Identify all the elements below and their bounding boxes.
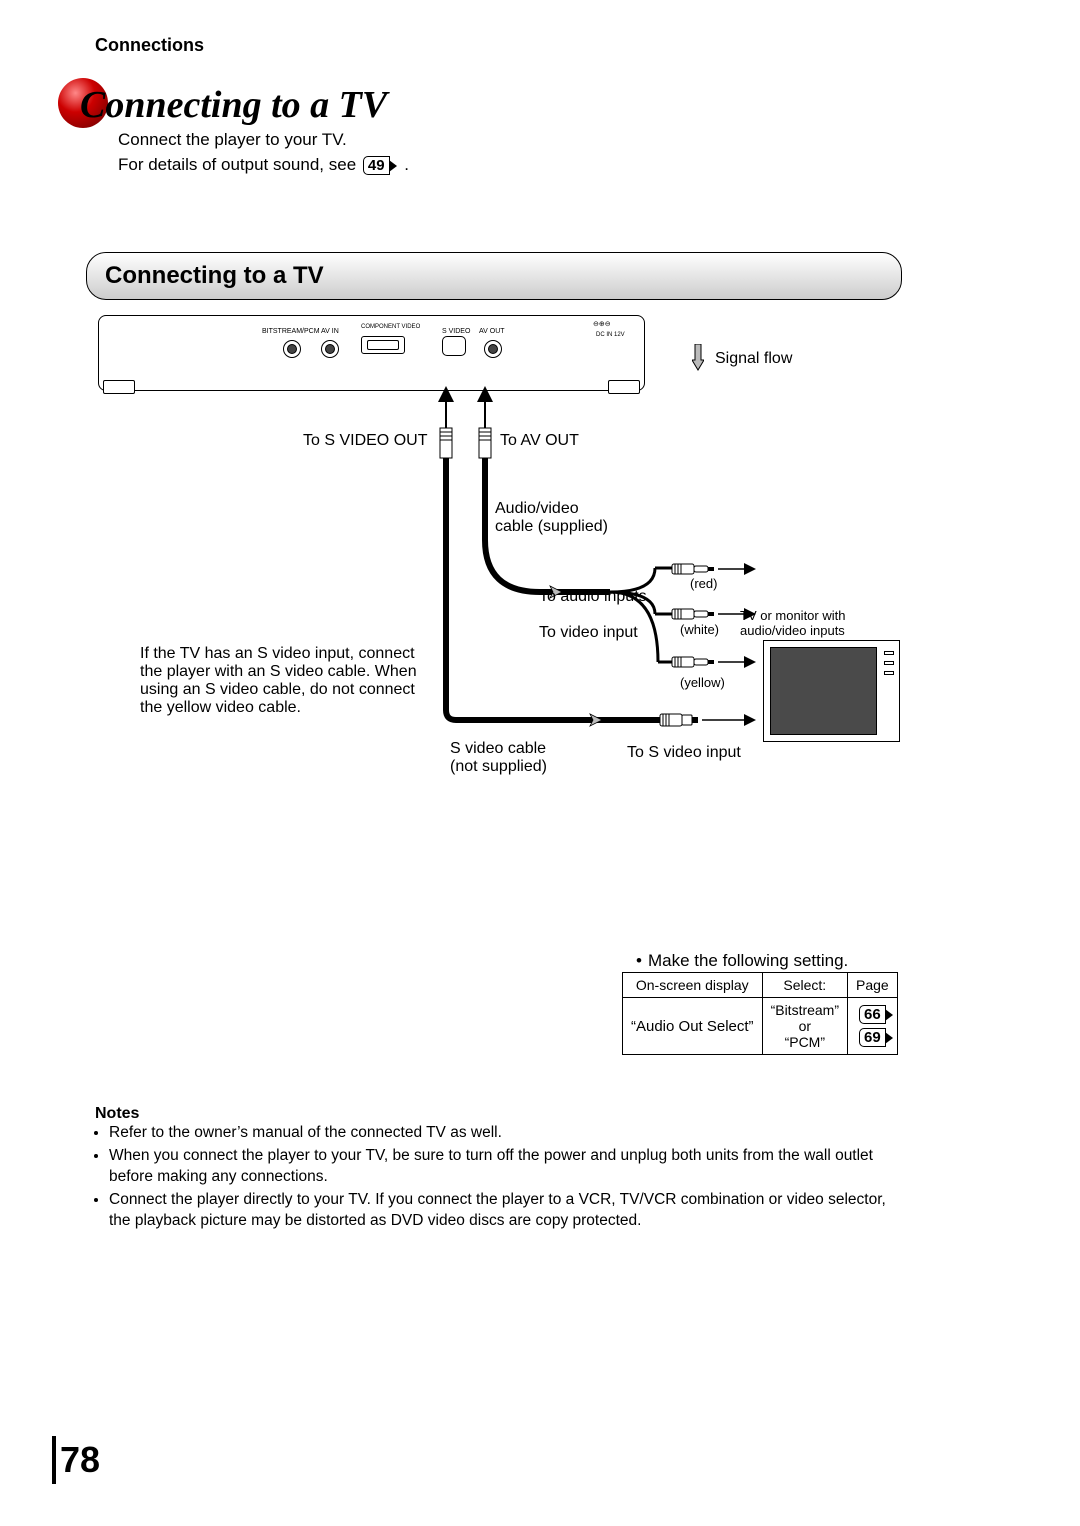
note-item: When you connect the player to your TV, …	[109, 1146, 909, 1188]
audio-video-cable-label: Audio/video cable (supplied)	[495, 500, 608, 536]
settings-col-page: Page	[848, 973, 898, 998]
yellow-label: (yellow)	[680, 675, 725, 690]
to-s-video-out-label: To S VIDEO OUT	[303, 432, 427, 450]
note-item: Connect the player directly to your TV. …	[109, 1190, 909, 1232]
intro-line-1: Connect the player to your TV.	[118, 130, 347, 150]
page-number: 78	[60, 1439, 100, 1481]
page-ref-49: 49	[363, 156, 390, 175]
tv-illustration	[763, 640, 900, 742]
page-number-bar	[52, 1436, 56, 1484]
settings-pages: 66 69	[848, 998, 898, 1055]
page-ref-69: 69	[859, 1028, 886, 1047]
settings-col-select: Select:	[762, 973, 847, 998]
tv-or-monitor-label: TV or monitor with audio/video inputs	[740, 608, 880, 638]
red-label: (red)	[690, 576, 717, 591]
page-ref-66: 66	[859, 1005, 886, 1024]
intro-line-2: For details of output sound, see 49 .	[118, 155, 409, 175]
settings-select-value: “Bitstream” or “PCM”	[762, 998, 847, 1055]
settings-table: On-screen display Select: Page “Audio Ou…	[622, 972, 898, 1055]
s-video-explain: If the TV has an S video input, connect …	[140, 645, 440, 717]
intro2-pre: For details of output sound, see	[118, 155, 361, 174]
to-audio-inputs-label: To audio inputs	[539, 588, 647, 606]
settings-intro: Make the following setting.	[636, 951, 848, 971]
section-header: Connections	[95, 35, 204, 56]
s-video-cable-label: S video cable (not supplied)	[450, 740, 547, 776]
to-video-input-label: To video input	[539, 624, 638, 642]
to-s-video-input-label: To S video input	[627, 744, 741, 762]
settings-display-value: “Audio Out Select”	[623, 998, 763, 1055]
section-heading: Connecting to a TV	[105, 262, 324, 290]
note-item: Refer to the owner’s manual of the conne…	[109, 1123, 909, 1144]
section-heading-panel: Connecting to a TV	[86, 252, 902, 300]
notes-list: Refer to the owner’s manual of the conne…	[95, 1123, 909, 1234]
page-title: Connecting to a TV	[80, 83, 387, 127]
notes-heading: Notes	[95, 1105, 139, 1123]
to-av-out-label: To AV OUT	[500, 432, 579, 450]
connection-diagram: BITSTREAM/PCM AV IN COMPONENT VIDEO S VI…	[90, 310, 900, 790]
settings-col-display: On-screen display	[623, 973, 763, 998]
white-label: (white)	[680, 622, 719, 637]
intro2-post: .	[404, 155, 409, 174]
